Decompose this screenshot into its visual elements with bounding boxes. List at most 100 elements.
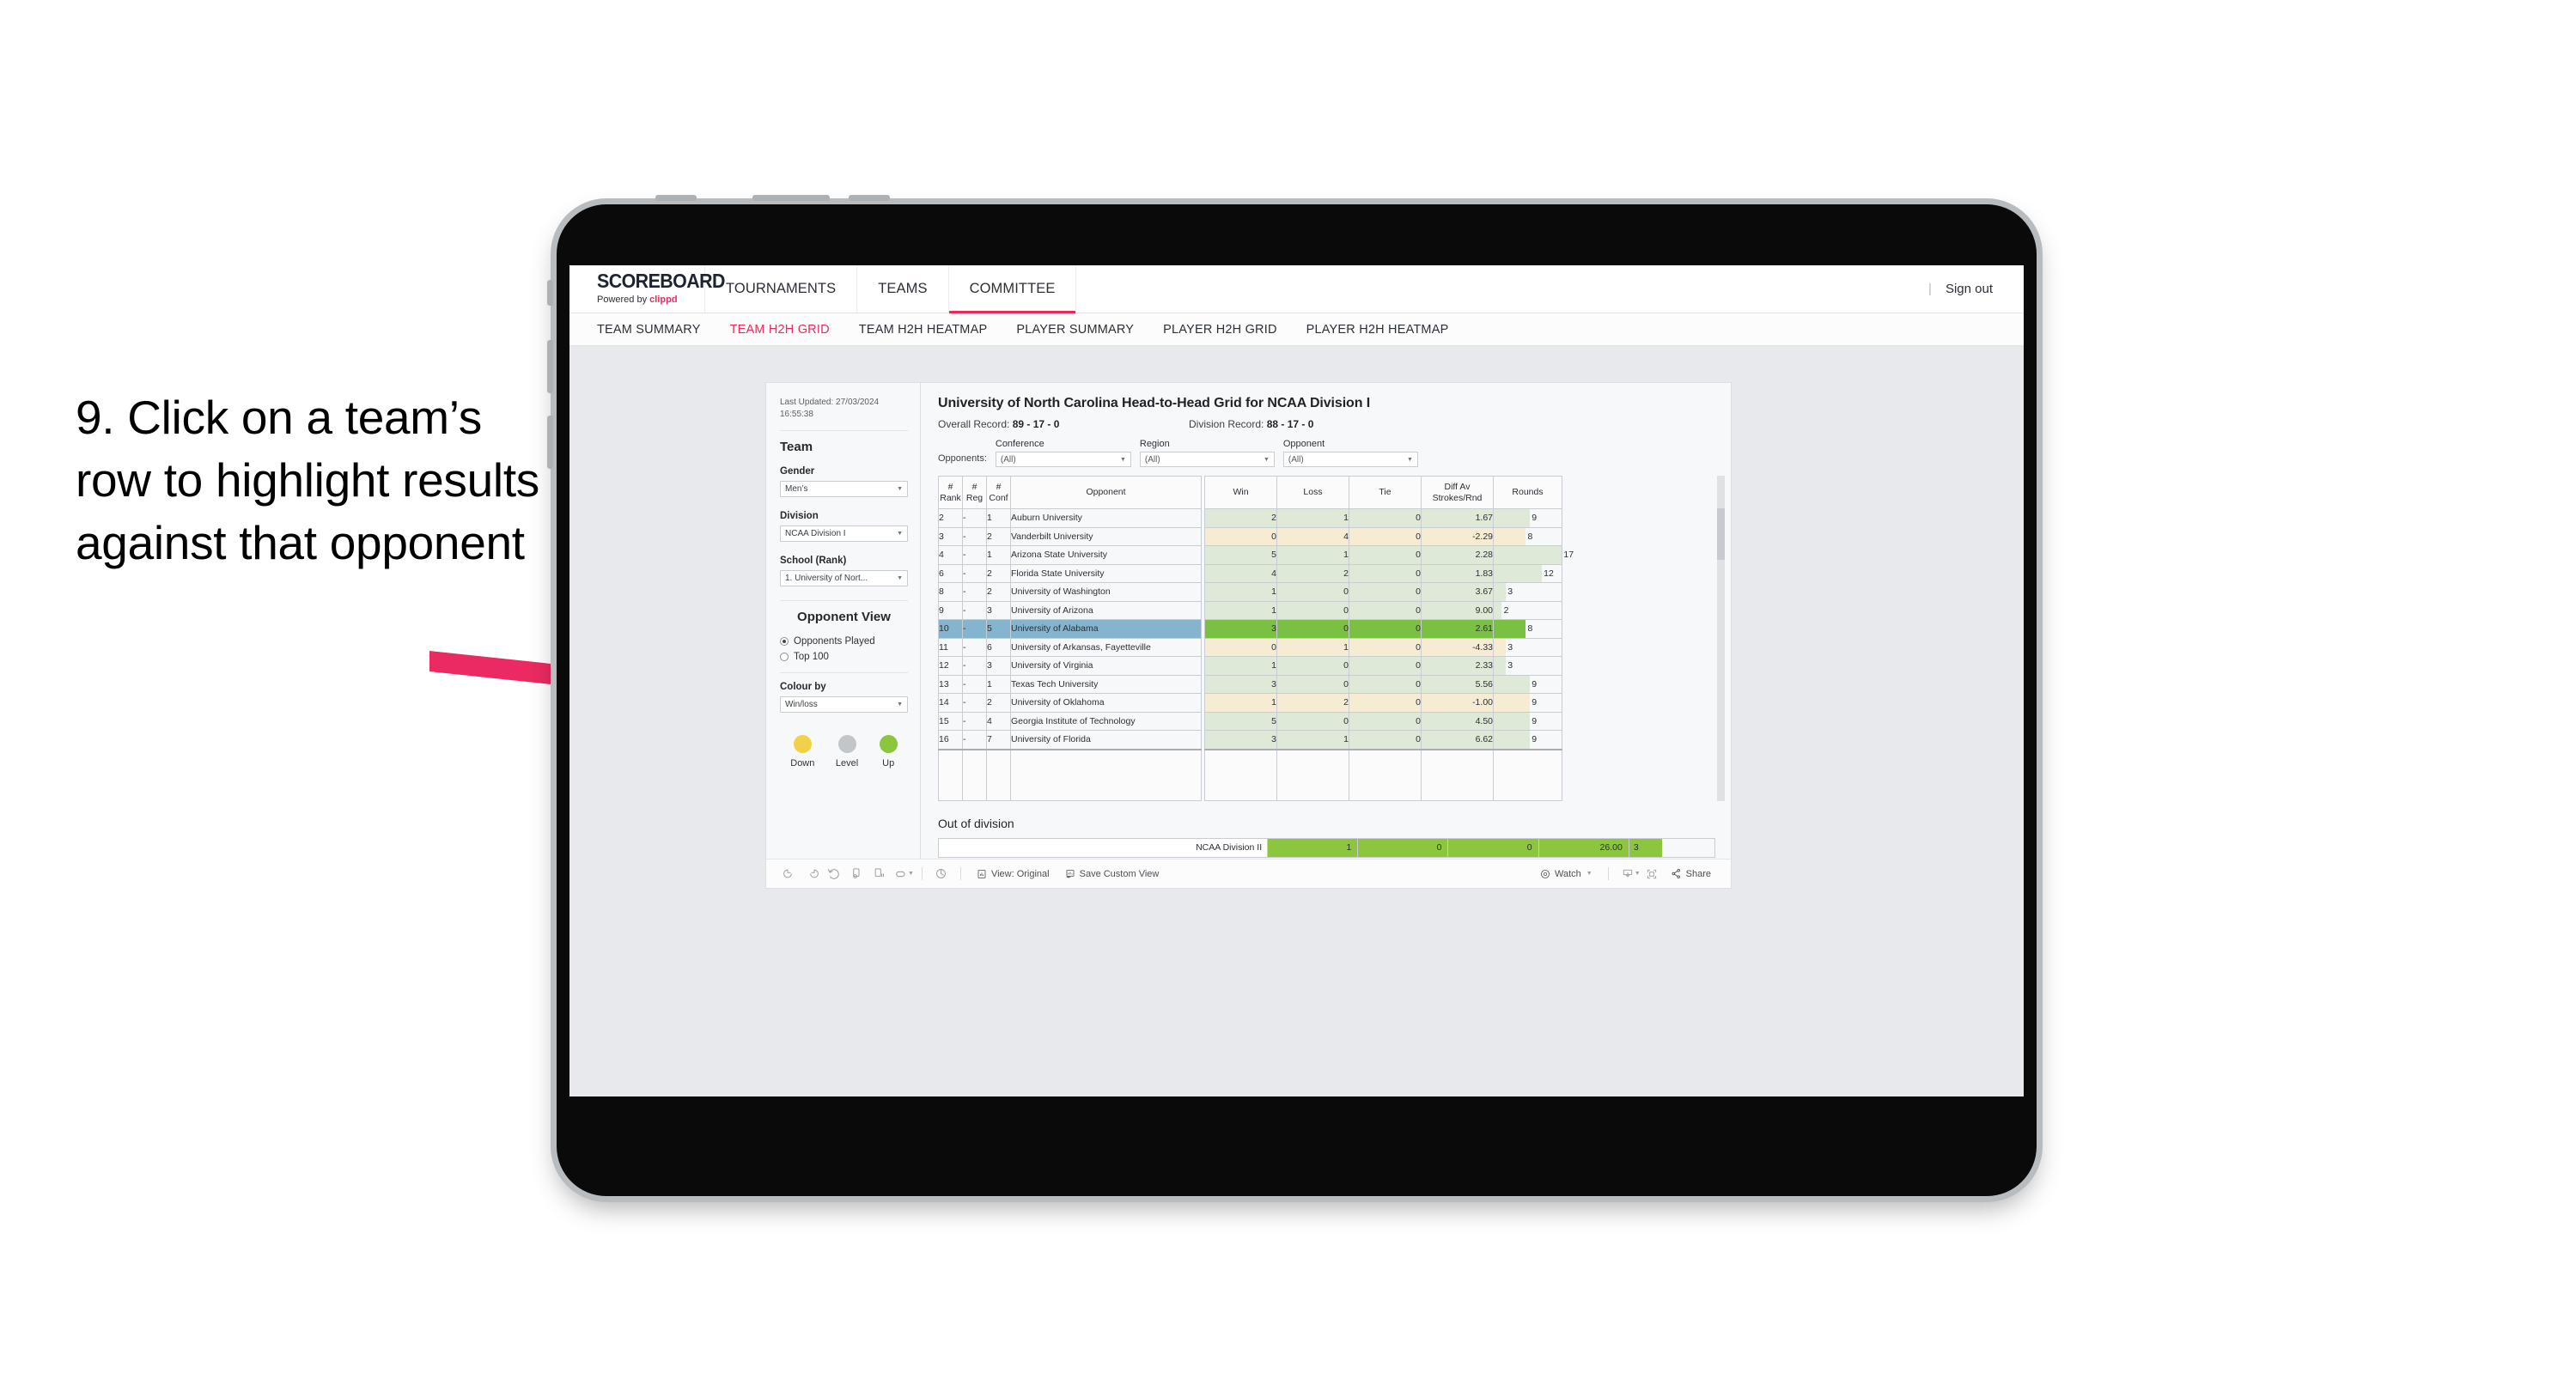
save-custom-view-button[interactable]: Save Custom View xyxy=(1057,869,1167,879)
table-row[interactable]: 10-5 University of Alabama 3 0 0 2.61 8 xyxy=(938,619,1562,639)
radio-opponents-played[interactable]: Opponents Played xyxy=(780,636,908,647)
cell-win: 1 xyxy=(1204,600,1277,620)
opponent-select[interactable]: (All) ▼ xyxy=(1282,452,1418,467)
cell-win: 3 xyxy=(1204,674,1277,694)
revert-icon[interactable] xyxy=(823,863,845,885)
table-row[interactable]: 8-2 University of Washington 1 0 0 3.67 3 xyxy=(938,582,1562,602)
chevron-down-icon[interactable]: ▼ xyxy=(1586,871,1592,877)
top-navigation-bar: SCOREBOARD Powered by clippd TOURNAMENTS… xyxy=(569,265,2024,313)
cell-loss: 1 xyxy=(1276,545,1349,565)
subtab-team-h2h-grid[interactable]: TEAM H2H GRID xyxy=(730,323,830,337)
view-original-button[interactable]: View: Original xyxy=(969,869,1057,879)
table-row[interactable]: 12-3 University of Virginia 1 0 0 2.33 3 xyxy=(938,656,1562,676)
legend-label-level: Level xyxy=(835,758,859,768)
cell-opponent: University of Florida xyxy=(1010,730,1202,750)
refresh-data-icon[interactable] xyxy=(845,863,868,885)
cell-rounds: 12 xyxy=(1493,563,1562,583)
radio-top-100[interactable]: Top 100 xyxy=(780,652,908,662)
filters-sidebar: Last Updated: 27/03/2024 16:55:38 Team G… xyxy=(766,383,921,859)
cell-tie: 0 xyxy=(1349,600,1422,620)
watch-button[interactable]: Watch ▼ xyxy=(1532,869,1600,879)
subtab-team-h2h-heatmap[interactable]: TEAM H2H HEATMAP xyxy=(859,323,988,337)
cell-loss: 1 xyxy=(1276,508,1349,528)
table-row[interactable]: 9-3 University of Arizona 1 0 0 9.00 2 xyxy=(938,600,1562,620)
region-select[interactable]: (All) ▼ xyxy=(1139,452,1275,467)
fullscreen-icon[interactable] xyxy=(1641,863,1663,885)
colour-by-select[interactable]: Win/loss ▼ xyxy=(780,696,908,713)
cell-rank: 12 xyxy=(938,656,963,676)
brand-logo[interactable]: SCOREBOARD Powered by clippd xyxy=(569,265,725,313)
table-row[interactable]: NCAA Division II 1 0 0 26.00 3 xyxy=(937,838,1716,858)
pause-auto-update-icon[interactable] xyxy=(930,863,953,885)
conference-select[interactable]: (All) ▼ xyxy=(995,452,1131,467)
cell-conf: 3 xyxy=(986,656,1011,676)
table-row[interactable]: 4-1 Arizona State University 5 1 0 2.28 17 xyxy=(938,545,1574,565)
table-row[interactable]: 14-2 University of Oklahoma 1 2 0 -1.00 9 xyxy=(938,693,1562,713)
table-row[interactable]: 6-2 Florida State University 4 2 0 1.83 12 xyxy=(938,563,1562,583)
table-row[interactable]: 16-7 University of Florida 3 1 0 6.62 9 xyxy=(938,730,1562,750)
gender-select[interactable]: Men’s ▼ xyxy=(780,481,908,497)
col-win: Win xyxy=(1204,476,1277,509)
cell-rank: 2 xyxy=(938,508,963,528)
school-select[interactable]: 1. University of Nort... ▼ xyxy=(780,570,908,586)
cell-tie: 0 xyxy=(1349,711,1422,731)
cell-rounds: 3 xyxy=(1493,582,1562,602)
table-row[interactable]: 2-1 Auburn University 2 1 0 1.67 9 xyxy=(938,508,1562,528)
subtab-player-h2h-grid[interactable]: PLAYER H2H GRID xyxy=(1163,323,1276,337)
region-value: (All) xyxy=(1144,454,1160,465)
cell-diff: 2.61 xyxy=(1421,619,1494,639)
cell-rounds: 3 xyxy=(1493,637,1562,657)
nav-divider: | xyxy=(1928,282,1932,296)
cell-tie: 0 xyxy=(1349,693,1422,713)
table-row[interactable]: 15-4 Georgia Institute of Technology 5 0 0 4.… xyxy=(938,711,1562,731)
sign-out-link[interactable]: Sign out xyxy=(1946,282,1993,296)
tablet-device-frame: SCOREBOARD Powered by clippd TOURNAMENTS… xyxy=(547,195,2037,1196)
undo-icon[interactable] xyxy=(778,863,801,885)
last-updated-text: Last Updated: 27/03/2024 16:55:38 xyxy=(780,398,880,419)
cell-conf: 2 xyxy=(986,526,1011,546)
pause-refresh-icon[interactable] xyxy=(868,863,890,885)
gender-label: Gender xyxy=(780,466,815,477)
col-reg: # Reg xyxy=(962,476,987,509)
subtab-team-summary[interactable]: TEAM SUMMARY xyxy=(597,323,701,337)
division-select[interactable]: NCAA Division I ▼ xyxy=(780,525,908,542)
legend-item-level: Level xyxy=(836,735,858,768)
cell-rank: 14 xyxy=(938,693,963,713)
cell-opponent: University of Arkansas, Fayetteville xyxy=(1010,637,1202,657)
redo-icon[interactable] xyxy=(801,863,823,885)
nav-tab-committee[interactable]: COMMITTEE xyxy=(948,265,1077,313)
cell-rounds: 3 xyxy=(1493,656,1562,676)
table-row[interactable]: 3-2 Vanderbilt University 0 4 0 -2.29 8 xyxy=(938,526,1562,546)
col-rank: # Rank xyxy=(938,476,963,509)
cell-conf: 1 xyxy=(986,674,1011,694)
chevron-down-icon[interactable]: ▼ xyxy=(908,871,914,877)
nav-tab-teams[interactable]: TEAMS xyxy=(857,265,949,313)
col-diff: Diff Av Strokes/Rnd xyxy=(1421,476,1494,509)
h2h-grid-wrapper: # Rank # Reg # Conf Opponent Win Loss Tie xyxy=(938,476,1725,801)
brand-tagline: Powered by clippd xyxy=(597,295,679,305)
nav-tab-tournaments[interactable]: TOURNAMENTS xyxy=(705,265,858,313)
share-button[interactable]: Share xyxy=(1663,868,1719,879)
cell-loss: 0 xyxy=(1276,619,1349,639)
subtab-player-h2h-heatmap[interactable]: PLAYER H2H HEATMAP xyxy=(1306,323,1449,337)
save-view-icon xyxy=(1065,869,1075,879)
table-row[interactable]: 13-1 Texas Tech University 3 0 0 5.56 9 xyxy=(938,674,1562,694)
subtab-player-summary[interactable]: PLAYER SUMMARY xyxy=(1016,323,1134,337)
cell-tie: 0 xyxy=(1349,508,1422,528)
col-tie: Tie xyxy=(1349,476,1422,509)
visualization-card: Last Updated: 27/03/2024 16:55:38 Team G… xyxy=(765,382,1732,889)
table-scrollbar[interactable] xyxy=(1717,476,1725,801)
scrollbar-thumb[interactable] xyxy=(1717,508,1725,560)
cell-win: 1 xyxy=(1204,693,1277,713)
table-row[interactable]: 11-6 University of Arkansas, Fayetteville… xyxy=(938,637,1562,657)
cell-empty xyxy=(1010,748,1202,801)
h2h-grid-table: # Rank # Reg # Conf Opponent Win Loss Tie xyxy=(938,476,1574,801)
cell-rounds: 8 xyxy=(1493,619,1562,639)
chevron-down-icon[interactable]: ▼ xyxy=(1635,871,1641,877)
cell-reg: - xyxy=(962,637,987,657)
cell-empty xyxy=(1493,748,1562,801)
ood-rounds: 3 xyxy=(1628,838,1716,858)
watch-label: Watch xyxy=(1555,868,1581,879)
cell-empty xyxy=(938,748,963,801)
cell-reg: - xyxy=(962,730,987,750)
